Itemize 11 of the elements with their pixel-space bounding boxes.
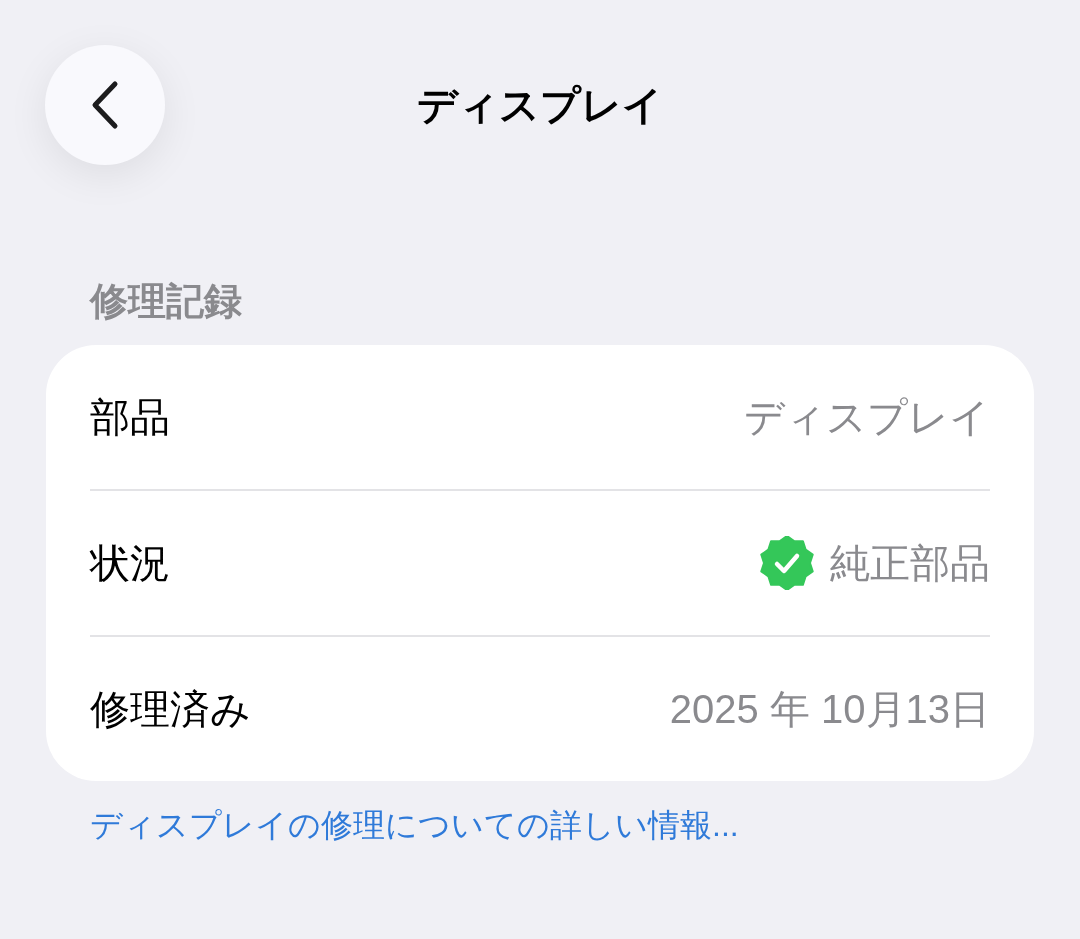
- row-value: 純正部品: [830, 540, 990, 587]
- row-value: 2025 年 10月13日: [669, 686, 990, 733]
- row-label: 部品: [90, 394, 170, 441]
- chevron-left-icon: [90, 80, 120, 130]
- verified-badge-icon: [760, 536, 814, 590]
- more-info-link[interactable]: ディスプレイの修理についての詳しい情報...: [90, 805, 739, 845]
- page-title: ディスプレイ: [417, 82, 663, 129]
- row-value: ディスプレイ: [744, 394, 990, 441]
- row-label: 修理済み: [90, 686, 251, 733]
- row-label: 状況: [90, 540, 170, 587]
- section-header: 修理記録: [90, 279, 242, 324]
